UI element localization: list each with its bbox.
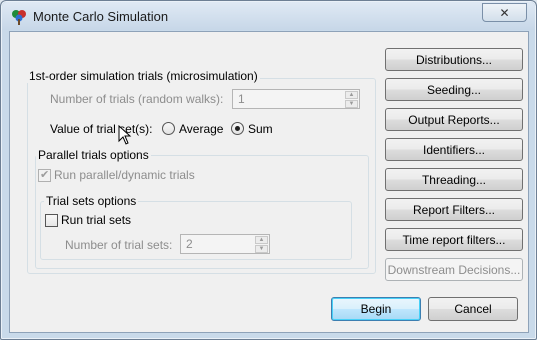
run-parallel-label[interactable]: Run parallel/dynamic trials: [54, 168, 195, 182]
mouse-cursor-icon: [118, 125, 132, 145]
parallel-legend: Parallel trials options: [36, 148, 151, 162]
value-of-trial-label: Value of trial set(s):: [50, 122, 153, 136]
spin-down-icon[interactable]: ▼: [255, 245, 268, 253]
downstream-decisions-button[interactable]: Downstream Decisions...: [385, 258, 523, 281]
sum-radio-label[interactable]: Sum: [248, 122, 273, 136]
identifiers-button[interactable]: Identifiers...: [385, 138, 523, 161]
first-order-legend: 1st-order simulation trials (microsimula…: [27, 69, 260, 83]
report-filters-button[interactable]: Report Filters...: [385, 198, 523, 221]
begin-button[interactable]: Begin: [331, 297, 421, 321]
threading-button[interactable]: Threading...: [385, 168, 523, 191]
close-button[interactable]: ✕: [482, 3, 527, 22]
title-bar[interactable]: Monte Carlo Simulation ✕: [2, 2, 535, 30]
run-parallel-checkbox[interactable]: ✔: [38, 169, 51, 182]
distributions-button[interactable]: Distributions...: [385, 48, 523, 71]
time-report-filters-button[interactable]: Time report filters...: [385, 228, 523, 251]
run-trial-sets-checkbox[interactable]: [45, 214, 58, 227]
average-radio-label[interactable]: Average: [179, 122, 223, 136]
close-icon: ✕: [499, 5, 510, 20]
num-trials-value: 1: [238, 92, 245, 106]
num-trial-sets-label: Number of trial sets:: [65, 238, 173, 252]
dialog-window: Monte Carlo Simulation ✕ 1st-order simul…: [0, 0, 537, 340]
num-trial-sets-value: 2: [186, 237, 193, 251]
checkmark-icon: ✔: [40, 169, 50, 181]
output-reports-button[interactable]: Output Reports...: [385, 108, 523, 131]
seeding-button[interactable]: Seeding...: [385, 78, 523, 101]
average-radio[interactable]: [162, 122, 175, 135]
trial-sets-legend: Trial sets options: [44, 194, 139, 208]
num-trial-sets-stepper[interactable]: 2 ▲ ▼: [180, 234, 270, 254]
app-tree-icon: [12, 10, 26, 25]
spin-down-icon[interactable]: ▼: [345, 100, 358, 108]
run-trial-sets-label[interactable]: Run trial sets: [61, 213, 131, 227]
dialog-body: 1st-order simulation trials (microsimula…: [9, 31, 529, 333]
window-title: Monte Carlo Simulation: [33, 9, 169, 24]
num-trials-stepper[interactable]: 1 ▲ ▼: [232, 89, 360, 109]
sum-radio[interactable]: [231, 122, 244, 135]
num-trials-label: Number of trials (random walks):: [50, 92, 224, 106]
spin-up-icon[interactable]: ▲: [345, 91, 358, 99]
spin-up-icon[interactable]: ▲: [255, 236, 268, 244]
cancel-button[interactable]: Cancel: [428, 297, 518, 321]
